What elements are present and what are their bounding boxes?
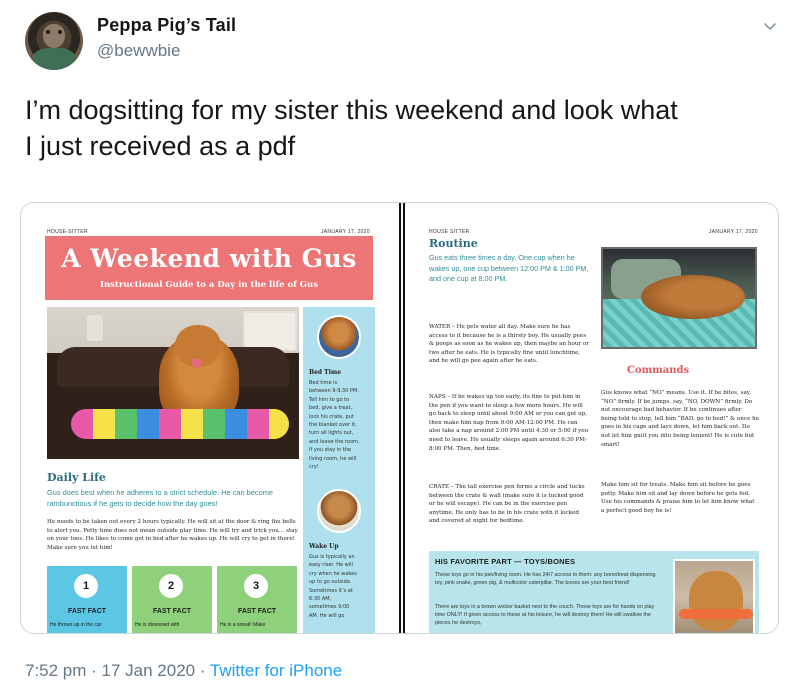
crate-paragraph: CRATE – The tall exercise pen forms a ci… [429,484,585,525]
tweet-time[interactable]: 7:52 pm · 17 Jan 2020 · [25,661,210,680]
more-options-button[interactable] [756,12,784,40]
wakeup-heading: Wake Up [309,543,339,550]
photo-dog [689,571,743,631]
fast-fact-label: FAST FACT [152,608,192,615]
wakeup-photo [317,489,361,533]
tweet-text-line: I just received as a pdf [25,131,296,161]
tweet-media-image[interactable]: HOUSE-SITTER JANUARY 17, 2020 A Weekend … [20,202,779,634]
fast-fact-label: FAST FACT [67,608,107,615]
fast-fact-card: 2 FAST FACT He is obsessed with [132,566,212,633]
bedtime-heading: Bed Time [309,369,342,376]
bedtime-photo [317,315,361,359]
fast-fact-text: He throws up in the car [50,622,102,628]
bedtime-text: Bed time is between 9-9:30 PM. Tell him … [309,380,360,471]
fast-fact-text: He is obsessed with [135,622,180,628]
avatar-cat-face [43,24,65,48]
fast-fact-card: 1 FAST FACT He throws up in the car [47,566,127,633]
fast-fact-number: 1 [74,574,98,598]
side-column: Bed Time Bed time is between 9-9:30 PM. … [303,307,375,633]
chevron-down-icon [764,23,776,30]
gus-sleeping-photo [601,247,757,349]
routine-lead: Gus eats three times a day. One cup when… [429,253,589,284]
gus-on-couch-photo [47,307,299,459]
naps-paragraph: NAPS – If he wakes up too early, its fin… [429,394,589,452]
document-subtitle: Instructional Guide to a Day in the life… [99,280,318,290]
title-banner: A Weekend with Gus Instructional Guide t… [45,236,373,300]
author-name[interactable]: Peppa Pig’s Tail [97,15,236,36]
fast-fact-card: 3 FAST FACT He is a sneak! Make [217,566,297,633]
photo-caterpillar-toy [71,409,289,439]
commands-paragraph: Make him sit for treats. Make him sit be… [601,482,755,514]
photo-toy [679,609,753,619]
photo-lamp [87,315,103,341]
favorite-part-title: HIS FAVORITE PART — TOYS/BONES [435,557,576,566]
commands-paragraph: Gus knows what “NO” means. Use it. If he… [601,390,760,448]
pdf-page-right: HOUSE SITTER JANUARY 17, 2020 Routine Gu… [405,203,778,633]
page-header-left: HOUSE-SITTER [47,229,88,235]
avatar-eyes [46,30,50,34]
daily-life-body: He needs to be taken out every 2 hours t… [47,519,298,551]
photo-dog-tongue [192,359,202,368]
routine-heading: Routine [429,237,478,250]
fast-fact-label: FAST FACT [237,608,277,615]
tweet-timestamp: 7:52 pm · 17 Jan 2020 · Twitter for iPho… [25,661,342,681]
pdf-page-left: HOUSE-SITTER JANUARY 17, 2020 A Weekend … [21,203,399,633]
favorite-part-text: There are toys in a brown wicker basket … [435,604,655,626]
tweet-source-link[interactable]: Twitter for iPhone [210,661,342,680]
author-handle[interactable]: @bewwbie [97,41,180,61]
photo-window [243,311,297,351]
tweet-text: I’m dogsitting for my sister this weeken… [25,92,785,164]
avatar-body [33,48,75,70]
author-avatar[interactable] [25,12,83,70]
daily-life-lead: Gus does best when he adheres to a stric… [47,488,273,508]
tweet-text-line: I’m dogsitting for my sister this weeken… [25,95,678,125]
water-paragraph: WATER – He gets water all day. Make sure… [429,324,589,365]
page-header-left: HOUSE SITTER [429,229,470,235]
wakeup-text: Gus is typically an easy riser. He will … [309,554,357,619]
page-header-date: JANUARY 17, 2020 [321,229,370,235]
fast-fact-number: 2 [159,574,183,598]
favorite-part-box: HIS FAVORITE PART — TOYS/BONES These toy… [429,551,759,633]
daily-life-heading: Daily Life [47,471,106,484]
favorite-part-text: These toys go in his pen/living room. He… [435,572,656,586]
gus-with-toy-photo [673,559,755,633]
page-header-date: JANUARY 17, 2020 [709,229,758,235]
document-title: A Weekend with Gus [61,244,357,273]
photo-dog [641,275,745,319]
fast-fact-text: He is a sneak! Make [220,622,266,628]
commands-heading: Commands [627,365,690,376]
fast-fact-number: 3 [244,574,268,598]
